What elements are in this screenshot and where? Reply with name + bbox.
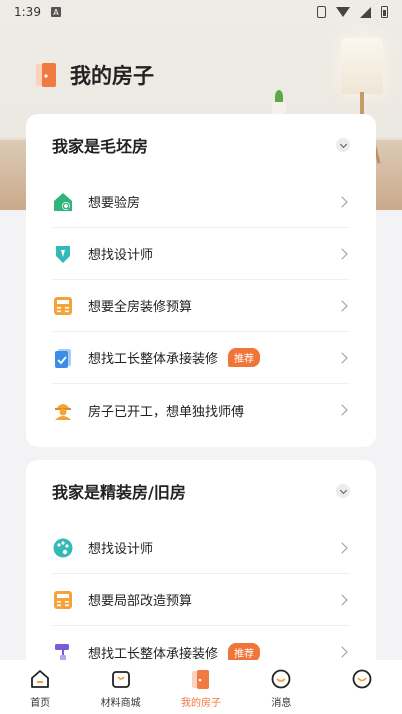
chevron-right-icon (336, 404, 348, 416)
nav-home[interactable]: 首页 (5, 668, 75, 709)
message-icon (270, 668, 292, 690)
list-item-label: 想找工长整体承接装修 (88, 352, 219, 367)
nav-my-house[interactable]: 我的房子 (166, 668, 236, 709)
list-item-label: 想要验房 (88, 196, 141, 211)
chevron-right-icon (336, 351, 348, 364)
page-header: 我的房子 (34, 60, 154, 90)
list-item-inspect-house[interactable]: 想要验房 (52, 176, 350, 228)
section-title: 我家是精装房/旧房 (52, 483, 186, 502)
section-card-furnished-house: 我家是精装房/旧房 想找设计师 想要局部改造预算 想找工长整体承接装修 推荐 (26, 460, 376, 670)
list-item-label: 想要全房装修预算 (88, 300, 193, 315)
list-item-full-budget[interactable]: 想要全房装修预算 (52, 280, 350, 332)
chevron-down-icon (339, 140, 347, 148)
palette-icon (52, 537, 74, 559)
nav-profile[interactable] (327, 668, 397, 694)
collapse-toggle[interactable] (336, 484, 350, 498)
floor-lamp-shade (341, 38, 383, 94)
signal-icon (360, 6, 371, 18)
calculator-icon (52, 589, 74, 611)
section-header[interactable]: 我家是毛坯房 (26, 114, 376, 176)
vibrate-icon (317, 6, 326, 18)
notification-a-icon: A (50, 7, 61, 17)
door-icon (190, 668, 212, 690)
nav-label: 我的房子 (180, 698, 221, 709)
calculator-icon (52, 295, 74, 317)
chevron-right-icon (336, 195, 348, 208)
nav-mall[interactable]: 材料商城 (86, 668, 156, 709)
list-item-label: 房子已开工，想单独找师傅 (88, 404, 245, 420)
chevron-down-icon (339, 486, 347, 494)
status-time: 1:39 (14, 5, 41, 19)
plant-pot (272, 102, 286, 114)
door-icon (34, 61, 60, 89)
house-inspect-icon (52, 191, 74, 213)
list-item-find-worker[interactable]: 房子已开工，想单独找师傅 (52, 384, 350, 436)
worker-helmet-icon (52, 399, 74, 421)
battery-icon (381, 6, 388, 18)
section-card-rough-house: 我家是毛坯房 想要验房 想找设计师 想要全房装修预算 想找工长整体承接装修 推荐… (26, 114, 376, 447)
nav-label: 首页 (30, 698, 51, 709)
bottom-nav: 首页 材料商城 我的房子 消息 (0, 660, 402, 714)
list-item-find-foreman[interactable]: 想找工长整体承接装修 推荐 (52, 332, 350, 384)
chevron-right-icon (336, 593, 348, 606)
page-title: 我的房子 (70, 64, 154, 88)
recommend-badge: 推荐 (228, 642, 261, 662)
list-item-find-designer[interactable]: 想找设计师 (52, 228, 350, 280)
list-item-label: 想找设计师 (88, 248, 154, 263)
list-item-label: 想找工长整体承接装修 (88, 646, 219, 662)
profile-icon (351, 668, 373, 690)
wifi-icon (336, 7, 350, 17)
list-item-partial-budget[interactable]: 想要局部改造预算 (52, 574, 350, 626)
section-header[interactable]: 我家是精装房/旧房 (26, 460, 376, 522)
section-title: 我家是毛坯房 (52, 137, 149, 156)
home-icon (29, 668, 51, 690)
list-item-label: 想要局部改造预算 (88, 594, 193, 609)
chevron-right-icon (336, 247, 348, 260)
collapse-toggle[interactable] (336, 138, 350, 152)
shopping-bag-icon (110, 668, 132, 690)
list-item-label: 想找设计师 (88, 542, 154, 557)
list-item-find-designer[interactable]: 想找设计师 (52, 522, 350, 574)
checklist-icon (52, 347, 74, 369)
chevron-right-icon (336, 646, 348, 658)
recommend-badge: 推荐 (228, 348, 261, 367)
nav-label: 消息 (271, 698, 292, 709)
chevron-right-icon (336, 299, 348, 312)
nav-label: 材料商城 (100, 698, 141, 709)
chevron-right-icon (336, 541, 348, 554)
nav-messages[interactable]: 消息 (246, 668, 316, 709)
status-bar: 1:39 A (0, 0, 402, 24)
designer-pen-icon (52, 243, 74, 265)
